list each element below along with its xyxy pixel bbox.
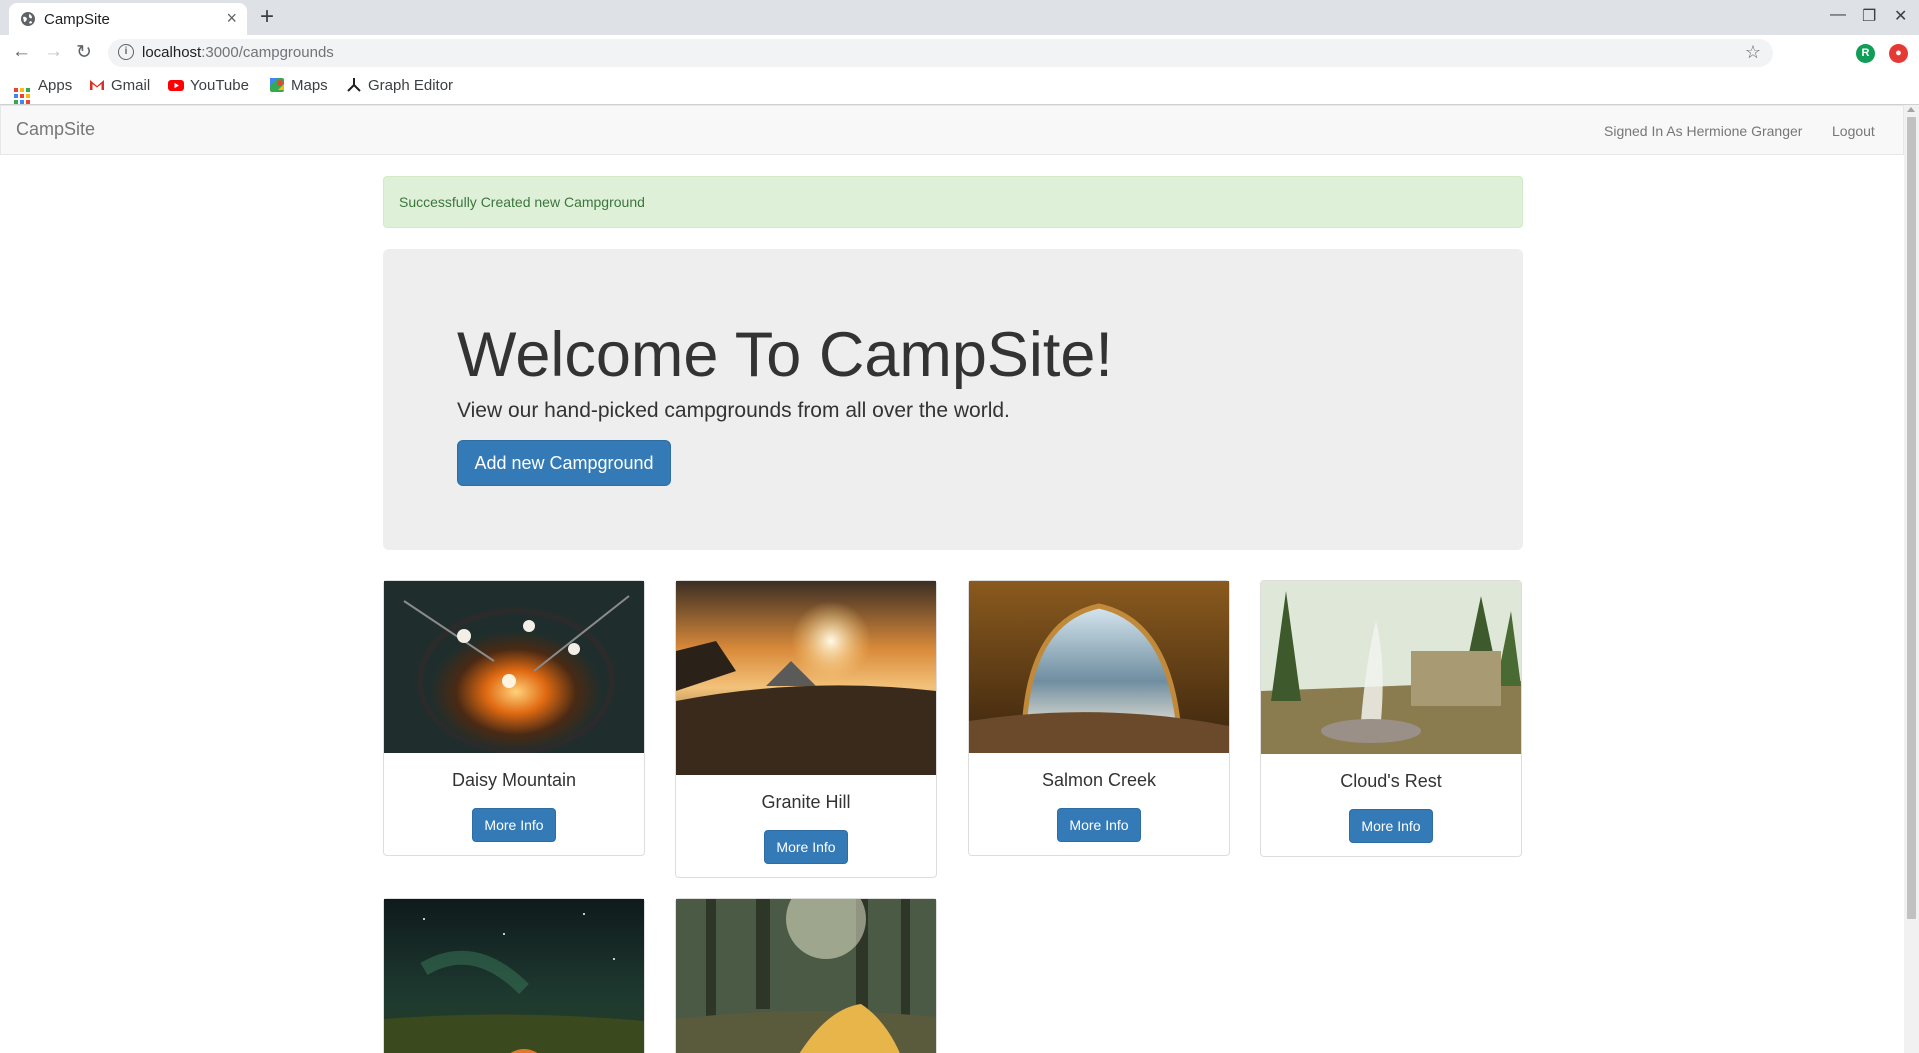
campground-card: Salmon Creek More Info	[968, 580, 1230, 856]
campground-image[interactable]	[384, 899, 644, 1053]
globe-icon	[21, 12, 35, 26]
campground-card	[383, 898, 645, 1053]
profile-avatar[interactable]: R	[1856, 44, 1875, 63]
browser-tab[interactable]: CampSite ×	[9, 3, 247, 35]
jumbotron: Welcome To CampSite! View our hand-picke…	[383, 249, 1523, 550]
campground-name: Granite Hill	[761, 792, 851, 812]
signed-in-link[interactable]: Signed In As Hermione Granger	[1604, 123, 1802, 139]
campground-card: Daisy Mountain More Info	[383, 580, 645, 856]
campground-card: Granite Hill More Info	[675, 580, 937, 878]
gmail-icon	[90, 80, 104, 90]
campground-name: Salmon Creek	[1041, 770, 1157, 790]
bookmark-gmail[interactable]: Gmail	[89, 77, 150, 94]
bookmarks-bar: Apps Gmail YouTube Maps Graph Editor	[0, 70, 1919, 105]
reload-icon[interactable]: ↻	[76, 41, 92, 64]
page-viewport: CampSite Signed In As Hermione Granger L…	[0, 105, 1904, 1053]
campground-name: Cloud's Rest	[1340, 771, 1442, 791]
tab-title: CampSite	[44, 11, 110, 28]
restore-icon[interactable]: ❐	[1862, 6, 1876, 26]
bookmark-star-icon[interactable]: ☆	[1745, 42, 1761, 63]
campground-image[interactable]	[384, 581, 644, 753]
campground-image[interactable]	[676, 899, 936, 1053]
new-tab-button[interactable]: +	[260, 3, 274, 31]
bookmark-apps[interactable]: Apps	[14, 77, 72, 104]
address-bar[interactable]: i localhost:3000/campgrounds ☆	[108, 39, 1773, 67]
apps-grid-icon	[14, 88, 30, 104]
tab-close-icon[interactable]: ×	[226, 8, 237, 29]
browser-tabstrip: CampSite × + — ❐ ✕	[0, 0, 1919, 35]
more-info-button[interactable]: More Info	[764, 830, 848, 864]
info-icon[interactable]: i	[118, 44, 134, 60]
forward-icon[interactable]: →	[44, 41, 63, 63]
back-icon[interactable]: ←	[12, 41, 31, 63]
scroll-up-icon[interactable]	[1907, 107, 1915, 112]
maps-icon	[270, 78, 284, 92]
more-info-button[interactable]: More Info	[1057, 808, 1141, 842]
campground-image[interactable]	[969, 581, 1229, 753]
campground-name: Daisy Mountain	[451, 770, 577, 790]
campground-card: Cloud's Rest More Info	[1260, 580, 1522, 857]
campground-card	[675, 898, 937, 1053]
more-info-button[interactable]: More Info	[1349, 809, 1433, 843]
bookmark-maps[interactable]: Maps	[269, 77, 328, 94]
scrollbar-thumb[interactable]	[1907, 117, 1916, 919]
site-navbar: CampSite Signed In As Hermione Granger L…	[0, 105, 1904, 155]
graph-editor-icon	[347, 78, 361, 92]
brand-link[interactable]: CampSite	[16, 119, 95, 140]
bookmark-graph-editor[interactable]: Graph Editor	[346, 77, 453, 94]
campground-image[interactable]	[676, 581, 936, 775]
bookmark-youtube[interactable]: YouTube	[168, 77, 249, 94]
minimize-icon[interactable]: —	[1830, 6, 1846, 24]
close-window-icon[interactable]: ✕	[1894, 6, 1907, 26]
success-alert: Successfully Created new Campground	[383, 176, 1523, 228]
browser-toolbar: ← → ↻ i localhost:3000/campgrounds ☆ R ●	[0, 35, 1919, 70]
extension-icon[interactable]: ●	[1889, 44, 1908, 63]
youtube-icon	[168, 80, 184, 91]
logout-link[interactable]: Logout	[1832, 123, 1875, 139]
url-text: localhost:3000/campgrounds	[142, 44, 334, 61]
campground-image[interactable]	[1261, 581, 1521, 754]
lead-text: View our hand-picked campgrounds from al…	[457, 399, 1010, 422]
page-scrollbar[interactable]	[1904, 105, 1919, 1053]
add-campground-button[interactable]: Add new Campground	[457, 440, 671, 486]
more-info-button[interactable]: More Info	[472, 808, 556, 842]
page-heading: Welcome To CampSite!	[457, 320, 1113, 390]
